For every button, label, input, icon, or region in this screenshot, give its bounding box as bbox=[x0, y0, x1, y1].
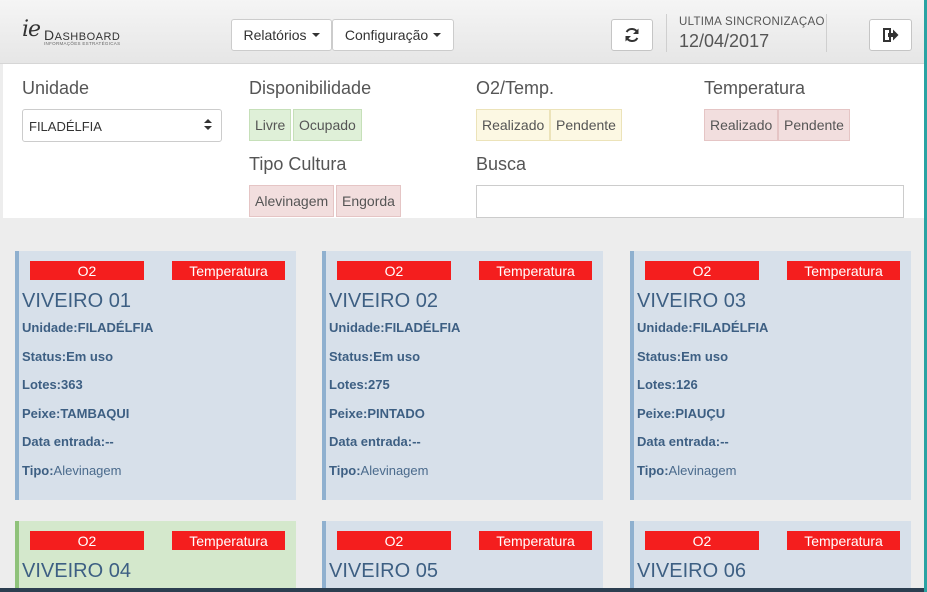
top-navbar: ie DASHBOARD INFORMAÇÕES ESTRATÉGICAS Re… bbox=[0, 0, 927, 64]
filter-engorda[interactable]: Engorda bbox=[336, 185, 401, 217]
field-lotes: Lotes:275 bbox=[329, 377, 390, 392]
unidade-label: Unidade bbox=[22, 78, 90, 98]
refresh-icon bbox=[625, 27, 639, 43]
viveiro-name: VIVEIRO 02 bbox=[329, 290, 438, 312]
temperatura-badge: Temperatura bbox=[479, 531, 592, 550]
o2-badge: O2 bbox=[645, 261, 759, 280]
filter-ocupado[interactable]: Ocupado bbox=[293, 109, 362, 141]
sign-out-icon bbox=[882, 28, 898, 42]
viveiro-name: VIVEIRO 05 bbox=[329, 560, 438, 582]
filter-temp-pendente[interactable]: Pendente bbox=[778, 109, 850, 141]
o2-badge: O2 bbox=[30, 531, 144, 550]
viveiro-name: VIVEIRO 04 bbox=[22, 560, 131, 582]
viveiro-card[interactable]: O2 Temperatura VIVEIRO 03 Unidade:FILADÉ… bbox=[630, 251, 911, 500]
caret-down-icon bbox=[433, 33, 442, 37]
field-peixe: Peixe:PINTADO bbox=[329, 406, 425, 421]
sync-label: ULTIMA SINCRONIZAÇAO bbox=[679, 16, 825, 28]
caret-down-icon bbox=[311, 33, 320, 37]
viveiro-card[interactable]: O2 Temperatura VIVEIRO 06 bbox=[630, 521, 911, 588]
field-data-entrada: Data entrada:-- bbox=[22, 434, 114, 449]
unidade-select[interactable]: FILADÉLFIA bbox=[22, 109, 222, 142]
filter-o2-realizado[interactable]: Realizado bbox=[476, 109, 551, 141]
field-data-entrada: Data entrada:-- bbox=[637, 434, 729, 449]
busca-label: Busca bbox=[476, 154, 527, 174]
temperatura-badge: Temperatura bbox=[479, 261, 592, 280]
tipo-cultura-label: Tipo Cultura bbox=[249, 154, 347, 174]
temperatura-badge: Temperatura bbox=[787, 531, 900, 550]
sync-date: 12/04/2017 bbox=[679, 31, 770, 51]
busca-input[interactable] bbox=[476, 185, 904, 218]
viveiro-name: VIVEIRO 06 bbox=[637, 560, 746, 582]
viveiro-card[interactable]: O2 Temperatura VIVEIRO 04 bbox=[15, 521, 296, 588]
refresh-button[interactable] bbox=[611, 19, 653, 51]
field-lotes: Lotes:126 bbox=[637, 377, 698, 392]
app-logo[interactable]: ie DASHBOARD INFORMAÇÕES ESTRATÉGICAS bbox=[22, 17, 132, 52]
filter-o2-pendente[interactable]: Pendente bbox=[550, 109, 622, 141]
logo-ie: ie bbox=[22, 17, 41, 42]
logout-button[interactable] bbox=[869, 19, 912, 51]
window-bottom-edge bbox=[0, 588, 927, 592]
temperatura-badge: Temperatura bbox=[172, 261, 285, 280]
field-peixe: Peixe:PIAUÇU bbox=[637, 406, 726, 421]
field-tipo: Tipo:Alevinagem bbox=[329, 463, 429, 478]
field-unidade: Unidade:FILADÉLFIA bbox=[637, 320, 769, 335]
field-tipo: Tipo:Alevinagem bbox=[637, 463, 737, 478]
o2-badge: O2 bbox=[337, 531, 451, 550]
o2-badge: O2 bbox=[645, 531, 759, 550]
temperatura-badge: Temperatura bbox=[172, 531, 285, 550]
configuracao-label: Configuração bbox=[344, 27, 429, 43]
unidade-selected-value: FILADÉLFIA bbox=[29, 119, 102, 134]
o2-badge: O2 bbox=[30, 261, 144, 280]
relatorios-menu-button[interactable]: Relatórios bbox=[231, 19, 332, 51]
filter-temp-realizado[interactable]: Realizado bbox=[704, 109, 779, 141]
viveiro-name: VIVEIRO 03 bbox=[637, 290, 746, 312]
filter-panel: Unidade FILADÉLFIA Disponibilidade Livre… bbox=[3, 64, 924, 218]
field-unidade: Unidade:FILADÉLFIA bbox=[22, 320, 154, 335]
temperatura-label: Temperatura bbox=[704, 78, 806, 98]
viveiro-card[interactable]: O2 Temperatura VIVEIRO 01 Unidade:FILADÉ… bbox=[15, 251, 296, 500]
select-arrows-icon bbox=[204, 118, 212, 132]
viveiro-card[interactable]: O2 Temperatura VIVEIRO 05 bbox=[322, 521, 603, 588]
filter-alevinagem[interactable]: Alevinagem bbox=[249, 185, 335, 217]
filter-livre[interactable]: Livre bbox=[249, 109, 292, 141]
field-unidade: Unidade:FILADÉLFIA bbox=[329, 320, 461, 335]
relatorios-label: Relatórios bbox=[243, 27, 307, 43]
disponibilidade-label: Disponibilidade bbox=[249, 78, 372, 98]
field-tipo: Tipo:Alevinagem bbox=[22, 463, 122, 478]
header-divider bbox=[666, 14, 667, 52]
logo-subtitle: INFORMAÇÕES ESTRATÉGICAS bbox=[44, 41, 121, 46]
field-lotes: Lotes:363 bbox=[22, 377, 83, 392]
field-data-entrada: Data entrada:-- bbox=[329, 434, 421, 449]
configuracao-menu-button[interactable]: Configuração bbox=[332, 19, 454, 51]
field-status: Status:Em uso bbox=[22, 349, 114, 364]
viveiro-name: VIVEIRO 01 bbox=[22, 290, 131, 312]
o2temp-label: O2/Temp. bbox=[476, 78, 555, 98]
viveiro-card[interactable]: O2 Temperatura VIVEIRO 02 Unidade:FILADÉ… bbox=[322, 251, 603, 500]
temperatura-badge: Temperatura bbox=[787, 261, 900, 280]
field-peixe: Peixe:TAMBAQUI bbox=[22, 406, 130, 421]
header-divider bbox=[826, 14, 827, 52]
field-status: Status:Em uso bbox=[637, 349, 729, 364]
o2-badge: O2 bbox=[337, 261, 451, 280]
field-status: Status:Em uso bbox=[329, 349, 421, 364]
